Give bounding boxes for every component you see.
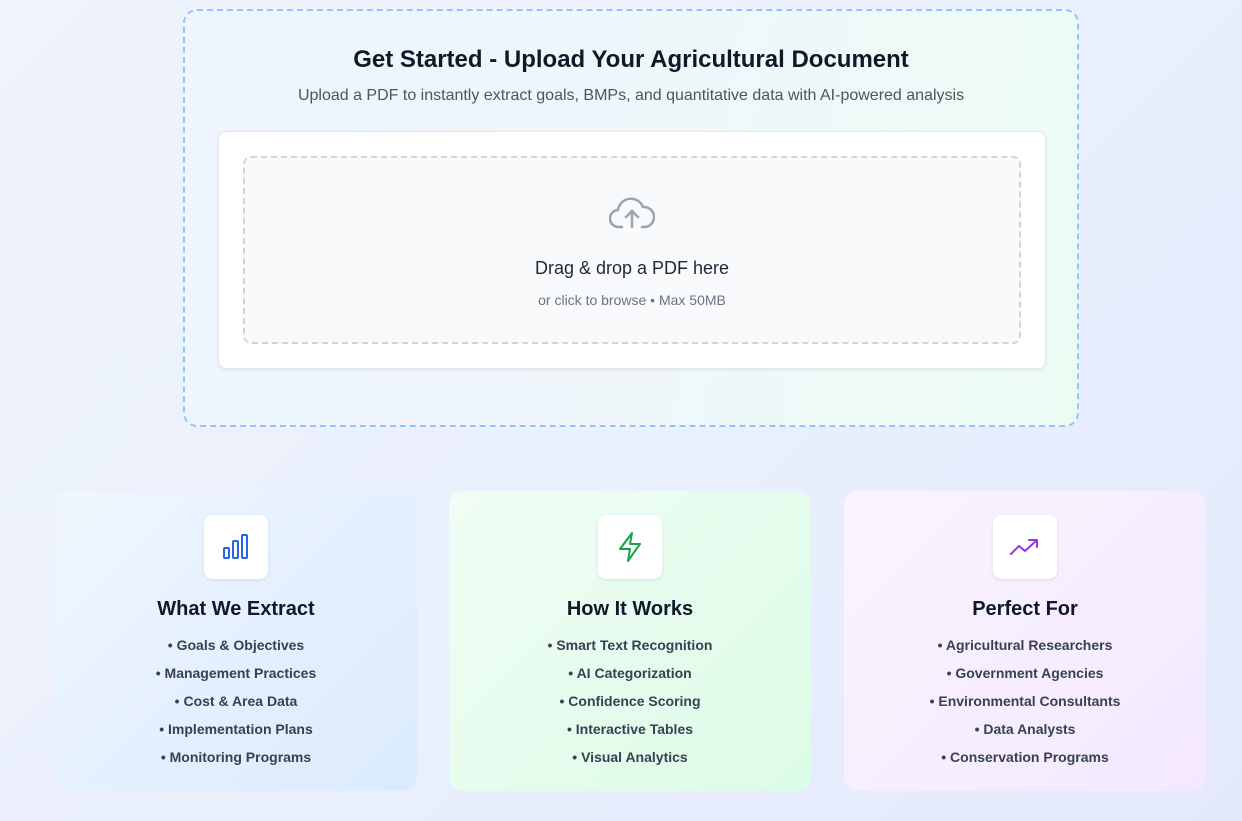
lightning-bolt-icon [619,532,641,562]
feature-card-perfect-for: Perfect For • Agricultural Researchers •… [844,491,1206,791]
list-item: • Government Agencies [946,665,1104,681]
icon-container [993,515,1057,579]
list-item: • Implementation Plans [159,721,313,737]
card-title: How It Works [566,598,694,620]
card-title: Perfect For [972,598,1078,620]
upload-section: Get Started - Upload Your Agricultural D… [183,9,1079,427]
feature-card-how-it-works: How It Works • Smart Text Recognition • … [449,491,811,791]
upload-card: Drag & drop a PDF here or click to brows… [218,131,1046,369]
cloud-upload-icon [609,197,655,229]
pdf-dropzone[interactable]: Drag & drop a PDF here or click to brows… [243,156,1021,344]
browse-hint: or click to browse • Max 50MB [538,292,726,308]
feature-list: • Smart Text Recognition • AI Categoriza… [449,635,811,775]
list-item: • Smart Text Recognition [547,637,713,653]
list-item: • Data Analysts [974,721,1076,737]
list-item: • Goals & Objectives [167,637,305,653]
trending-up-icon [1010,539,1038,555]
card-title: What We Extract [157,598,315,620]
upload-subtitle: Upload a PDF to instantly extract goals,… [297,87,965,104]
list-item: • Monitoring Programs [160,749,312,765]
drop-instruction: Drag & drop a PDF here [534,258,730,278]
feature-list: • Agricultural Researchers • Government … [844,635,1206,775]
list-item: • Interactive Tables [566,721,694,737]
list-item: • Confidence Scoring [559,693,701,709]
icon-container [204,515,268,579]
bar-chart-icon [223,534,248,559]
list-item: • Visual Analytics [572,749,688,765]
feature-card-what-we-extract: What We Extract • Goals & Objectives • M… [55,491,417,791]
feature-list: • Goals & Objectives • Management Practi… [55,635,417,775]
list-item: • Cost & Area Data [174,693,298,709]
upload-title: Get Started - Upload Your Agricultural D… [353,46,909,73]
list-item: • AI Categorization [568,665,692,681]
list-item: • Environmental Consultants [929,693,1121,709]
icon-container [598,515,662,579]
list-item: • Management Practices [155,665,317,681]
list-item: • Conservation Programs [941,749,1109,765]
list-item: • Agricultural Researchers [937,637,1113,653]
